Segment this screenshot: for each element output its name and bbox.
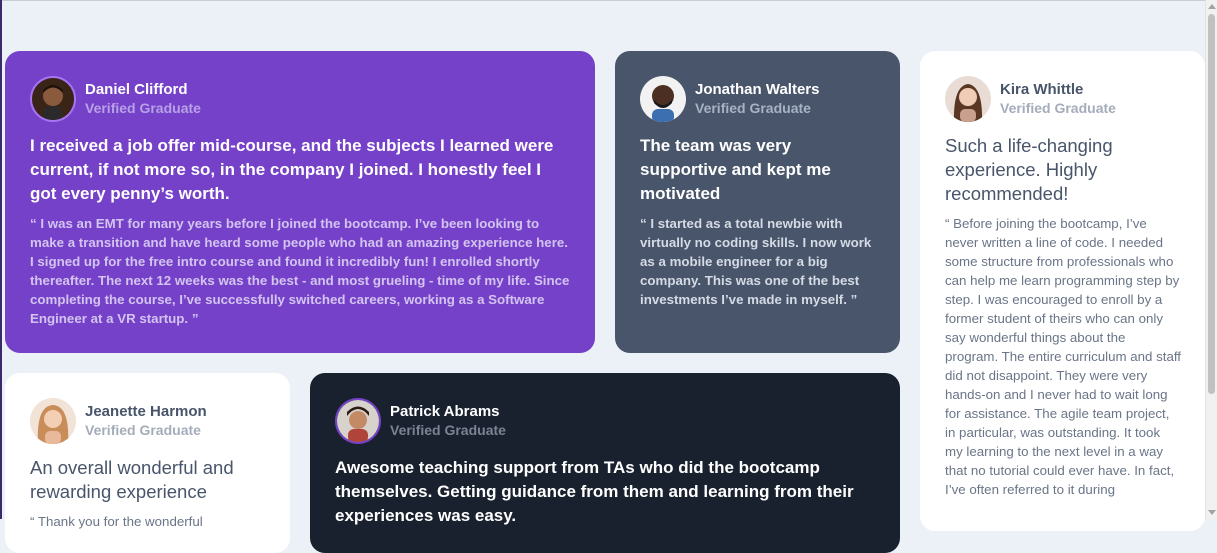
- card-header: Jeanette Harmon Verified Graduate: [30, 398, 266, 444]
- testimonial-title: I received a job offer mid-course, and t…: [30, 136, 554, 203]
- left-edge: [0, 0, 2, 519]
- author-role: Verified Graduate: [390, 422, 506, 438]
- author-name: Jeanette Harmon: [85, 403, 207, 420]
- author-role: Verified Graduate: [1000, 100, 1116, 116]
- avatar-patrick-icon: [335, 398, 381, 444]
- avatar-jonathan-icon: [640, 76, 686, 122]
- testimonial-body: “ I was an EMT for many years before I j…: [30, 216, 570, 326]
- scroll-down-arrow-icon[interactable]: [1208, 510, 1216, 515]
- testimonial-card-daniel: Daniel Clifford Verified Graduate I rece…: [5, 51, 595, 353]
- author-role: Verified Graduate: [85, 100, 201, 116]
- author-name: Daniel Clifford: [85, 81, 188, 98]
- testimonial-body: “ I started as a total newbie with virtu…: [640, 216, 872, 307]
- testimonial-title: Awesome teaching support from TAs who di…: [335, 458, 854, 525]
- testimonial-card-kira: Kira Whittle Verified Graduate Such a li…: [920, 51, 1205, 531]
- scroll-up-arrow-icon[interactable]: [1208, 4, 1216, 9]
- avatar-jeanette-icon: [30, 398, 76, 444]
- author-name: Patrick Abrams: [390, 403, 500, 420]
- author-role: Verified Graduate: [695, 100, 811, 116]
- top-border: [0, 0, 1206, 1]
- testimonial-body: “ Before joining the bootcamp, I’ve neve…: [945, 216, 1182, 497]
- card-header: Daniel Clifford Verified Graduate: [30, 76, 571, 122]
- author-name: Kira Whittle: [1000, 81, 1084, 98]
- testimonial-title: Such a life-changing experience. Highly …: [945, 135, 1113, 204]
- card-header: Jonathan Walters Verified Graduate: [640, 76, 876, 122]
- testimonial-card-jonathan: Jonathan Walters Verified Graduate The t…: [615, 51, 900, 353]
- avatar-daniel-icon: [30, 76, 76, 122]
- card-header: Patrick Abrams Verified Graduate: [335, 398, 876, 444]
- author-name: Jonathan Walters: [695, 81, 820, 98]
- testimonial-body: “ Thank you for the wonderful: [30, 514, 203, 529]
- testimonial-card-patrick: Patrick Abrams Verified Graduate Awesome…: [310, 373, 900, 553]
- avatar-kira-icon: [945, 76, 991, 122]
- card-header: Kira Whittle Verified Graduate: [945, 76, 1181, 122]
- vertical-scrollbar[interactable]: [1205, 0, 1217, 519]
- testimonial-title: The team was very supportive and kept me…: [640, 136, 831, 203]
- scrollbar-thumb[interactable]: [1208, 14, 1215, 394]
- testimonial-title: An overall wonderful and rewarding exper…: [30, 457, 234, 502]
- author-role: Verified Graduate: [85, 422, 201, 438]
- testimonial-card-jeanette: Jeanette Harmon Verified Graduate An ove…: [5, 373, 290, 553]
